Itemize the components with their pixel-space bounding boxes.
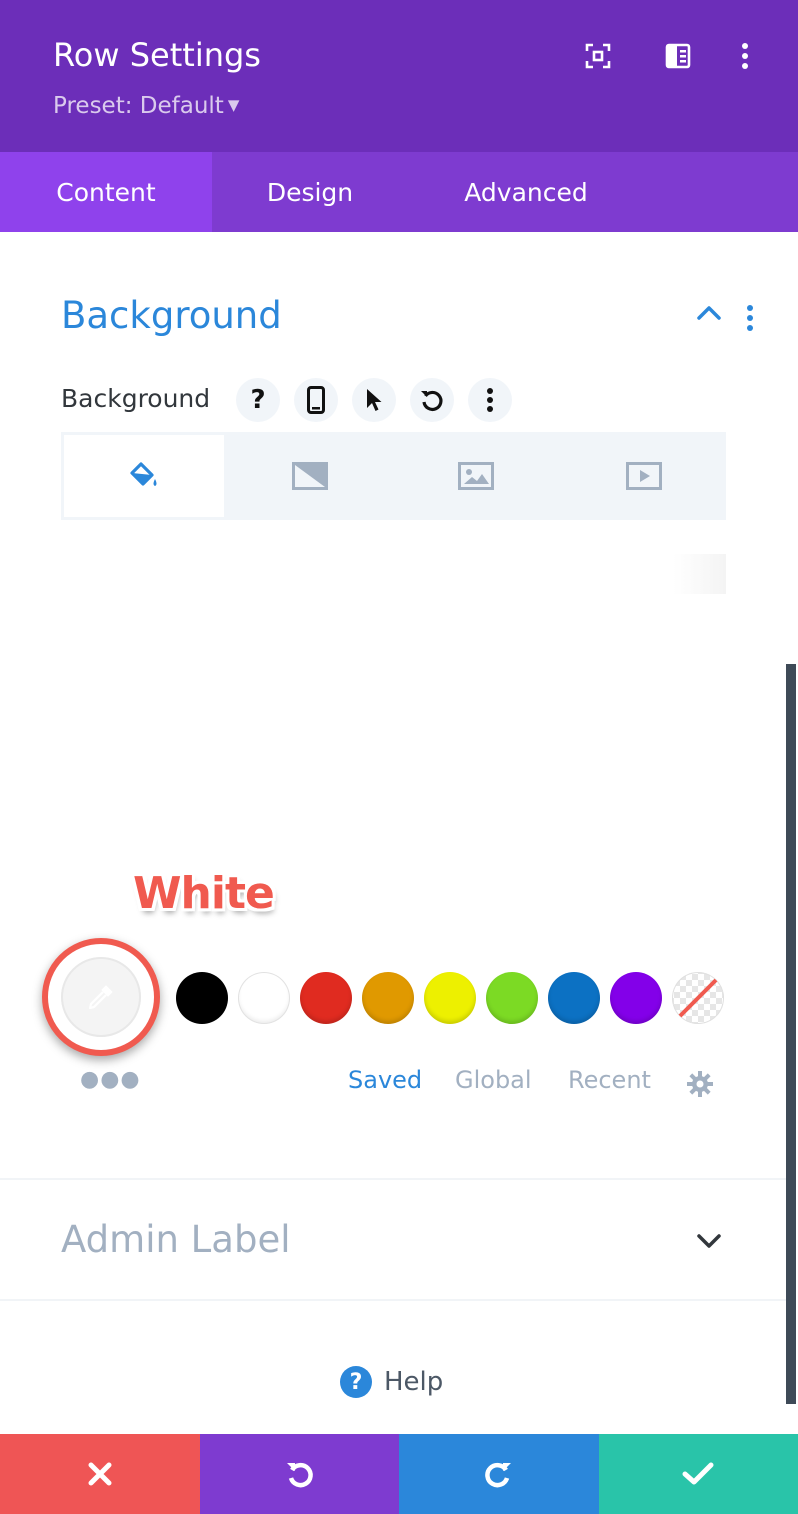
section-divider <box>0 1299 786 1301</box>
scrollbar[interactable] <box>786 664 796 1404</box>
discard-button[interactable] <box>0 1434 200 1514</box>
tab-design[interactable]: Design <box>212 152 408 232</box>
sidebar-icon[interactable] <box>658 36 698 76</box>
tab-content[interactable]: Content <box>0 152 212 232</box>
swatch-black[interactable] <box>176 972 228 1024</box>
swatch-yellow[interactable] <box>424 972 476 1024</box>
help-label: Help <box>384 1367 444 1397</box>
swatch-purple[interactable] <box>610 972 662 1024</box>
swatch-orange[interactable] <box>362 972 414 1024</box>
question-circle-icon: ? <box>340 1366 372 1398</box>
preset-label: Preset: Default <box>53 93 224 119</box>
gradient-icon[interactable] <box>230 435 390 517</box>
tab-saved[interactable]: Saved <box>348 1066 422 1094</box>
undo-icon <box>287 1462 314 1488</box>
chevron-down-icon[interactable] <box>695 1232 723 1254</box>
settings-tabs: Content Design Advanced <box>0 152 798 232</box>
swatch-red[interactable] <box>300 972 352 1024</box>
video-icon[interactable] <box>562 435 725 517</box>
paint-bucket-icon[interactable] <box>64 435 224 517</box>
annotation-label: White <box>133 868 275 919</box>
admin-label-section-title[interactable]: Admin Label <box>61 1218 291 1261</box>
redo-button[interactable] <box>399 1434 599 1514</box>
background-type-tabs <box>61 432 726 520</box>
preset-selector[interactable]: Preset: Default ▼ <box>53 93 239 119</box>
mobile-icon[interactable] <box>294 378 338 422</box>
image-icon[interactable] <box>396 435 556 517</box>
more-vertical-icon[interactable] <box>725 36 765 76</box>
close-icon <box>88 1462 112 1486</box>
reset-icon[interactable] <box>410 378 454 422</box>
tab-advanced[interactable]: Advanced <box>408 152 644 232</box>
tab-recent[interactable]: Recent <box>568 1066 651 1094</box>
eyedropper-icon <box>88 985 113 1010</box>
help-icon[interactable]: ? <box>236 378 280 422</box>
caret-down-icon: ▼ <box>227 96 240 114</box>
section-more-icon[interactable] <box>745 304 755 336</box>
modal-footer <box>0 1434 798 1514</box>
redo-icon <box>484 1462 511 1488</box>
settings-header: Row Settings Preset: Default ▼ <box>0 0 798 152</box>
modal-title: Row Settings <box>53 36 261 74</box>
selected-color-swatch <box>61 957 141 1037</box>
gear-icon[interactable] <box>686 1070 714 1102</box>
save-button[interactable] <box>598 1434 798 1514</box>
check-icon <box>682 1462 714 1485</box>
tab-global[interactable]: Global <box>455 1066 532 1094</box>
color-preview <box>61 554 726 594</box>
color-picker-button[interactable] <box>42 938 160 1056</box>
settings-content: Background Background ? White ●●● Saved … <box>0 232 798 1434</box>
swatch-blue[interactable] <box>548 972 600 1024</box>
undo-button[interactable] <box>199 1434 399 1514</box>
section-divider <box>0 1178 786 1180</box>
help-link[interactable]: ? Help <box>340 1366 443 1398</box>
more-horizontal-icon[interactable]: ●●● <box>80 1067 141 1092</box>
swatch-green[interactable] <box>486 972 538 1024</box>
expand-icon[interactable] <box>578 36 618 76</box>
swatch-transparent[interactable] <box>672 972 724 1024</box>
hover-cursor-icon[interactable] <box>352 378 396 422</box>
swatch-white[interactable] <box>238 972 290 1024</box>
background-section-title[interactable]: Background <box>61 294 282 337</box>
chevron-up-icon[interactable] <box>695 304 723 326</box>
more-icon[interactable] <box>468 378 512 422</box>
background-field-label: Background <box>61 384 211 413</box>
